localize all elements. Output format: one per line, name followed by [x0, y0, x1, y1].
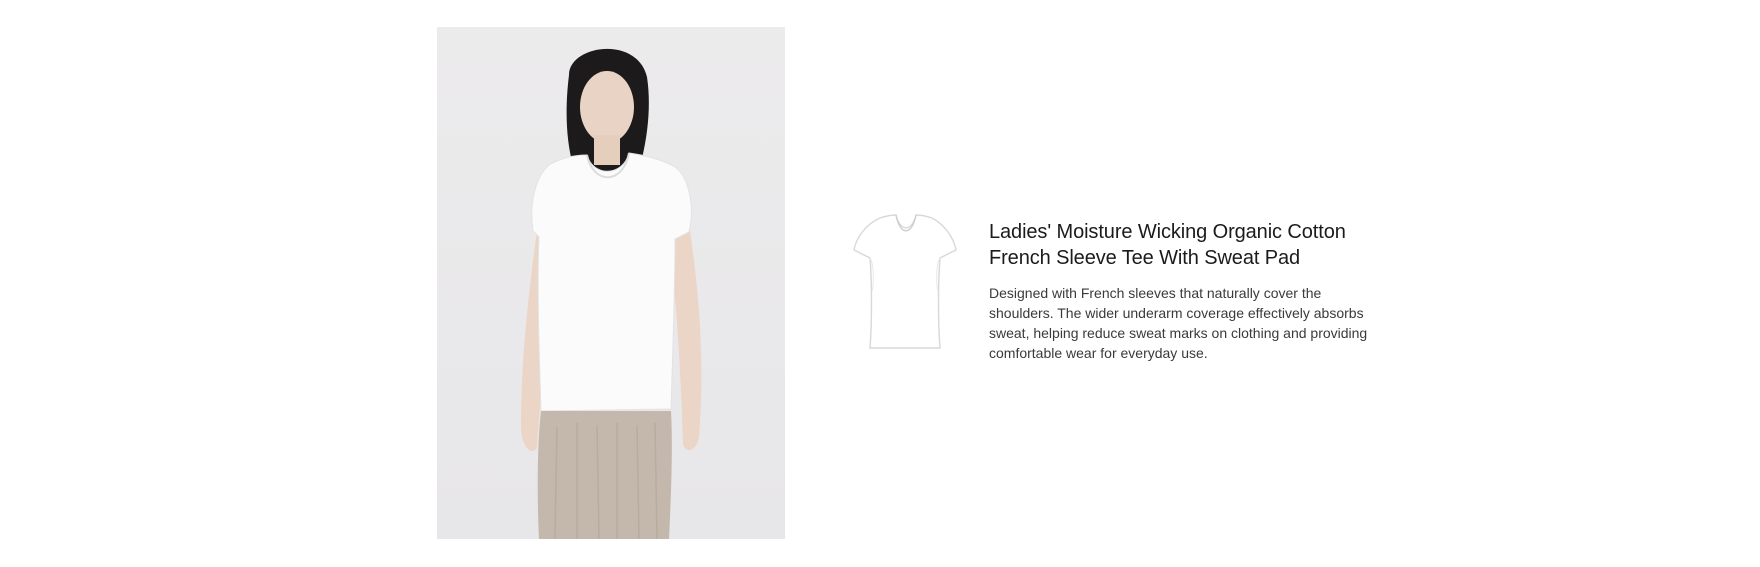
model-photo-illustration	[521, 48, 702, 539]
product-description: Designed with French sleeves that natura…	[989, 285, 1368, 361]
tshirt-image	[853, 214, 957, 349]
product-title[interactable]: Ladies' Moisture Wicking Organic Cotton …	[989, 219, 1369, 271]
product-feature-section: Ladies' Moisture Wicking Organic Cotton …	[0, 0, 1760, 567]
product-thumbnail[interactable]	[850, 212, 960, 354]
model-photo[interactable]	[437, 27, 785, 539]
product-info: Ladies' Moisture Wicking Organic Cotton …	[989, 219, 1369, 363]
